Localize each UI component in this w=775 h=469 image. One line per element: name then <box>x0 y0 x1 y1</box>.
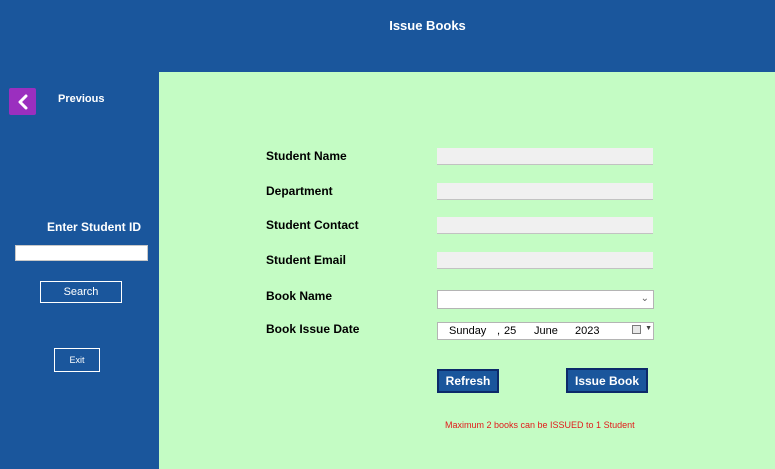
book-issue-date-label: Book Issue Date <box>266 322 360 336</box>
date-day: 25 <box>504 325 517 337</box>
chevron-left-icon <box>18 94 27 109</box>
search-button[interactable]: Search <box>40 281 122 303</box>
issue-limit-note: Maximum 2 books can be ISSUED to 1 Stude… <box>445 420 635 430</box>
date-month: June <box>534 325 558 337</box>
book-name-label: Book Name <box>266 289 333 303</box>
issue-date-picker[interactable]: Sunday , 25 June 2023 ▼ <box>437 322 654 340</box>
department-field[interactable] <box>437 183 653 200</box>
calendar-icon[interactable] <box>632 325 641 334</box>
date-year: 2023 <box>575 325 600 337</box>
issue-book-button[interactable]: Issue Book <box>566 368 648 393</box>
chevron-down-icon: ⌄ <box>640 293 649 304</box>
student-name-label: Student Name <box>266 149 347 163</box>
previous-button[interactable] <box>9 88 36 115</box>
window-title: Issue Books <box>389 18 466 33</box>
refresh-button[interactable]: Refresh <box>437 369 499 393</box>
book-name-dropdown[interactable]: ⌄ <box>437 290 654 309</box>
student-name-field[interactable] <box>437 148 653 165</box>
student-email-label: Student Email <box>266 253 347 267</box>
student-id-input[interactable] <box>15 245 148 261</box>
form-panel: Student Name Department Student Contact … <box>159 72 775 469</box>
date-weekday: Sunday <box>449 325 487 337</box>
calendar-dropdown-arrow-icon: ▼ <box>645 325 652 332</box>
student-contact-field[interactable] <box>437 217 653 234</box>
date-separator: , <box>497 325 501 337</box>
student-contact-label: Student Contact <box>266 218 359 232</box>
exit-button[interactable]: Exit <box>54 348 100 372</box>
previous-label: Previous <box>58 93 105 105</box>
student-email-field[interactable] <box>437 252 653 269</box>
department-label: Department <box>266 184 333 198</box>
